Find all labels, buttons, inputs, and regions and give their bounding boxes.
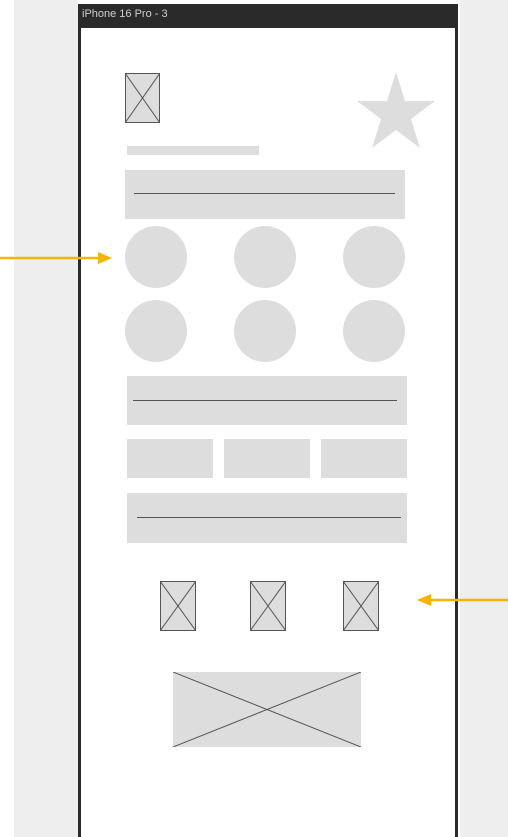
text-line-placeholder: [127, 146, 259, 155]
circle-placeholder[interactable]: [125, 300, 187, 362]
input-placeholder[interactable]: [125, 170, 405, 219]
circle-placeholder[interactable]: [125, 226, 187, 288]
image-placeholder-icon: [173, 672, 361, 747]
circle-placeholder[interactable]: [343, 300, 405, 362]
input-placeholder[interactable]: [127, 493, 407, 543]
circle-placeholder[interactable]: [234, 300, 296, 362]
input-underline: [134, 193, 395, 194]
star-icon: [357, 72, 435, 148]
frame-title[interactable]: iPhone 16 Pro - 3: [82, 8, 168, 20]
image-placeholder-icon: [250, 581, 286, 631]
annotation-arrow-right: [0, 250, 112, 266]
left-canvas-panel: [14, 0, 78, 837]
frame-header[interactable]: iPhone 16 Pro - 3: [78, 4, 458, 28]
tab-placeholder[interactable]: [127, 439, 213, 478]
tab-placeholder[interactable]: [224, 439, 310, 478]
annotation-arrow-left: [417, 592, 508, 608]
circle-placeholder[interactable]: [234, 226, 296, 288]
image-placeholder-icon: [343, 581, 379, 631]
tab-placeholder[interactable]: [321, 439, 407, 478]
circle-placeholder[interactable]: [343, 226, 405, 288]
right-canvas-panel: [460, 0, 508, 837]
image-placeholder-icon: [160, 581, 196, 631]
input-underline: [137, 517, 401, 518]
input-placeholder[interactable]: [127, 376, 407, 425]
image-placeholder-icon: [125, 73, 160, 123]
input-underline: [133, 400, 397, 401]
